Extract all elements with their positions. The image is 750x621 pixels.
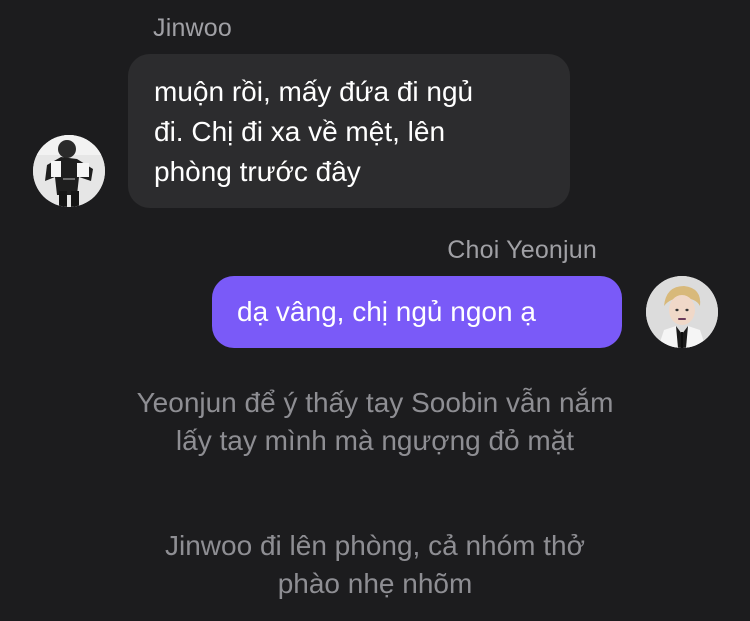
sender-name: Jinwoo	[153, 14, 233, 42]
message-line: phòng trước đây	[154, 156, 361, 187]
narration-line: phào nhẹ nhõm	[277, 568, 473, 599]
message-line: muộn rồi, mấy đứa đi ngủ	[154, 76, 474, 107]
message-bubble-outgoing[interactable]: dạ vâng, chị ngủ ngon ạ	[212, 276, 622, 348]
narration-text: Yeonjun để ý thấy tay Soobin vẫn nắm lấy…	[0, 384, 750, 460]
sender-name: Choi Yeonjun	[447, 236, 597, 264]
narration-line: Yeonjun để ý thấy tay Soobin vẫn nắm	[136, 387, 614, 418]
message-line: dạ vâng, chị ngủ ngon ạ	[237, 296, 536, 327]
message-bubble-incoming[interactable]: muộn rồi, mấy đứa đi ngủ đi. Chị đi xa v…	[128, 54, 570, 208]
narration-line: Jinwoo đi lên phòng, cả nhóm thở	[165, 530, 585, 561]
narration-text: Jinwoo đi lên phòng, cả nhóm thở phào nh…	[0, 527, 750, 603]
message-line: đi. Chị đi xa về mệt, lên	[154, 116, 446, 147]
narration-line: lấy tay mình mà ngượng đỏ mặt	[175, 425, 575, 456]
avatar[interactable]	[646, 276, 718, 348]
avatar[interactable]	[33, 135, 105, 207]
person-avatar-icon	[33, 135, 105, 207]
person-avatar-icon	[646, 276, 718, 348]
